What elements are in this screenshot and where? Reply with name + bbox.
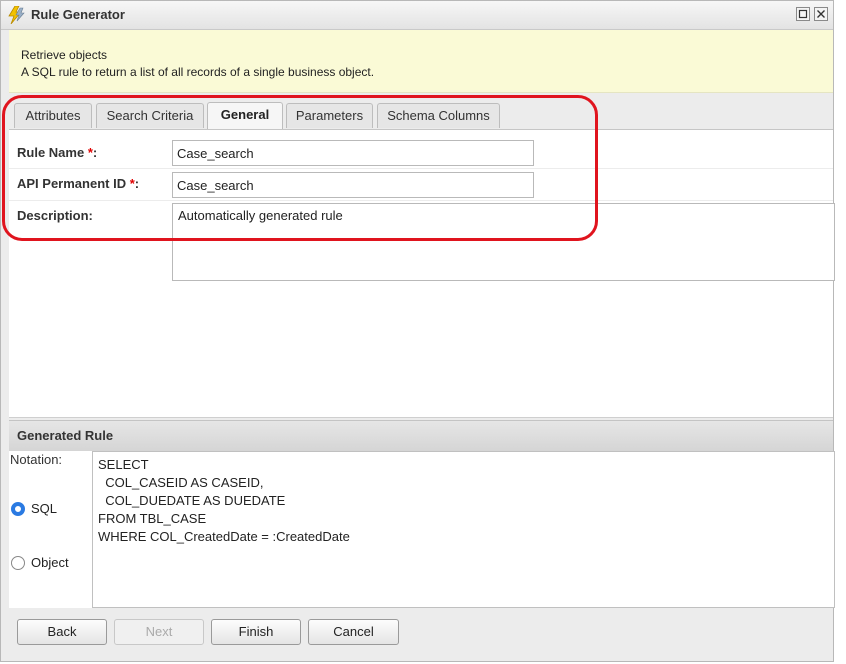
lightning-bolt-icon bbox=[8, 6, 25, 24]
notation-label: Notation: bbox=[10, 452, 63, 467]
next-button[interactable]: Next bbox=[114, 619, 204, 645]
row-divider bbox=[9, 200, 833, 201]
generated-rule-header: Generated Rule bbox=[9, 420, 833, 452]
info-banner: Retrieve objects A SQL rule to return a … bbox=[9, 30, 833, 93]
close-icon[interactable] bbox=[814, 7, 828, 21]
description-textarea[interactable]: Automatically generated rule bbox=[172, 203, 835, 281]
generated-rule-title: Generated Rule bbox=[17, 428, 114, 443]
rule-name-input[interactable] bbox=[172, 140, 534, 166]
notation-area bbox=[9, 451, 93, 608]
tab-general[interactable]: General bbox=[207, 102, 283, 129]
tab-schema-columns[interactable]: Schema Columns bbox=[377, 103, 500, 128]
background-page-edge bbox=[834, 0, 846, 664]
tab-search-criteria[interactable]: Search Criteria bbox=[96, 103, 204, 128]
object-radio-label[interactable]: Object bbox=[31, 555, 69, 570]
tab-attributes[interactable]: Attributes bbox=[14, 103, 92, 128]
row-divider bbox=[9, 168, 833, 169]
api-permanent-id-input[interactable] bbox=[172, 172, 534, 198]
maximize-icon[interactable] bbox=[796, 7, 810, 21]
sql-radio-label[interactable]: SQL bbox=[31, 501, 57, 516]
finish-button[interactable]: Finish bbox=[211, 619, 301, 645]
cancel-button[interactable]: Cancel bbox=[308, 619, 399, 645]
info-heading: Retrieve objects bbox=[21, 48, 108, 62]
rule-name-label: Rule Name *: bbox=[17, 145, 98, 160]
generated-sql-textarea[interactable]: SELECT COL_CASEID AS CASEID, COL_DUEDATE… bbox=[92, 451, 835, 608]
sql-radio[interactable] bbox=[11, 502, 25, 516]
back-button[interactable]: Back bbox=[17, 619, 107, 645]
info-description: A SQL rule to return a list of all recor… bbox=[21, 65, 375, 79]
window-title: Rule Generator bbox=[31, 7, 125, 22]
object-radio[interactable] bbox=[11, 556, 25, 570]
description-label: Description: bbox=[17, 208, 93, 223]
tab-parameters[interactable]: Parameters bbox=[286, 103, 373, 128]
title-bar[interactable]: Rule Generator bbox=[1, 1, 833, 30]
api-permanent-id-label: API Permanent ID *: bbox=[17, 176, 140, 191]
